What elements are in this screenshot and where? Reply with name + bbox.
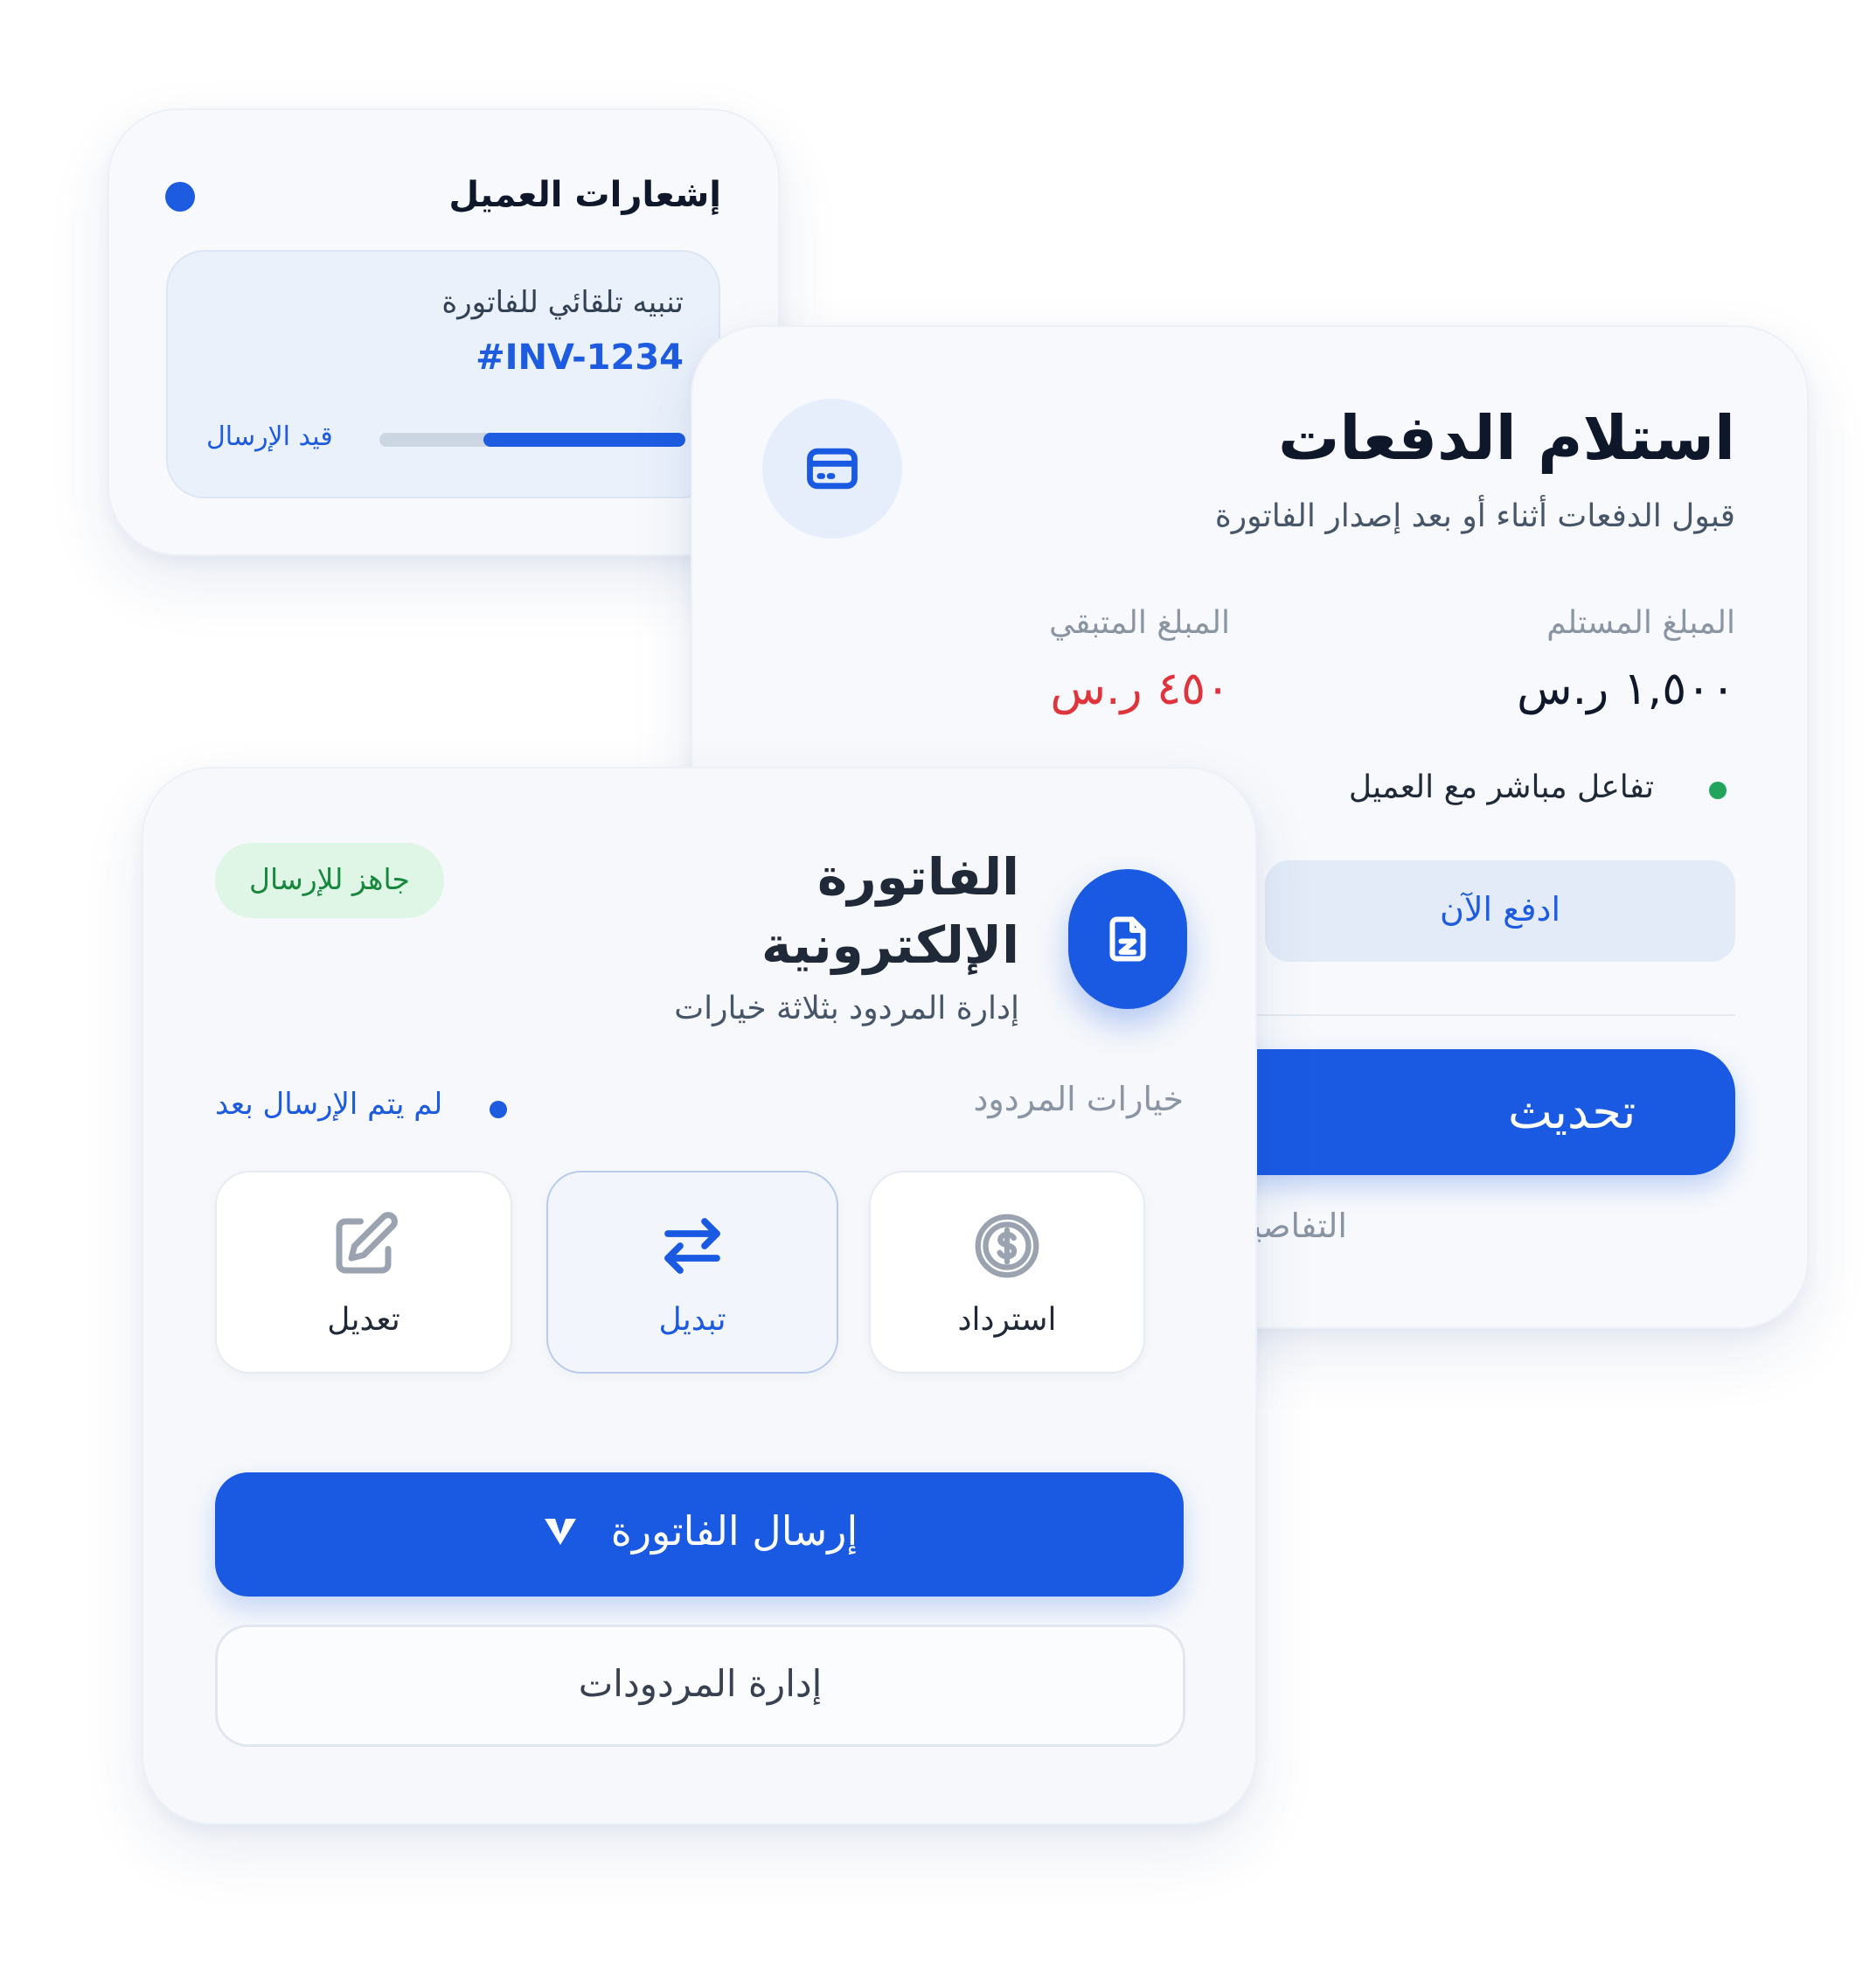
alert-text: تنبيه تلقائي للفاتورة bbox=[441, 285, 684, 320]
edit-label: تعديل bbox=[327, 1302, 400, 1338]
invoice-icon-circle bbox=[1068, 869, 1187, 1009]
manage-returns-label: إدارة المردودات bbox=[578, 1662, 823, 1705]
notifications-title: إشعارات العميل bbox=[448, 175, 721, 215]
exchange-label: تبديل bbox=[658, 1302, 726, 1338]
edit-option[interactable]: تعديل bbox=[215, 1171, 512, 1374]
ready-to-send-badge: جاهز للإرسال bbox=[215, 843, 444, 918]
customer-notifications-card: إشعارات العميل تنبيه تلقائي للفاتورة #IN… bbox=[108, 108, 780, 556]
dollar-circle-icon bbox=[970, 1209, 1044, 1283]
remaining-amount-value: ٤٥٠ ر.س bbox=[1050, 663, 1230, 715]
exchange-option[interactable]: تبديل bbox=[546, 1171, 838, 1374]
invoice-title-line2: الإلكترونية bbox=[761, 915, 1019, 975]
remaining-amount-label: المبلغ المتبقي bbox=[1049, 605, 1230, 641]
payment-divider bbox=[1211, 1014, 1735, 1016]
pay-now-label: ادفع الآن bbox=[1439, 890, 1561, 929]
update-label: تحديث bbox=[1508, 1084, 1636, 1139]
card-icon-circle bbox=[762, 399, 902, 539]
invoice-document-icon bbox=[1101, 913, 1154, 965]
pay-now-button[interactable]: ادفع الآن bbox=[1265, 860, 1735, 962]
sending-progress-fill bbox=[483, 433, 685, 447]
invoice-alert-panel: تنبيه تلقائي للفاتورة #INV-1234 قيد الإر… bbox=[166, 250, 720, 498]
not-sent-dot bbox=[490, 1101, 507, 1118]
payment-subtitle: قبول الدفعات أثناء أو بعد إصدار الفاتورة bbox=[1214, 498, 1735, 534]
not-sent-status: لم يتم الإرسال بعد bbox=[215, 1087, 443, 1122]
credit-card-icon bbox=[803, 439, 862, 498]
refund-option[interactable]: استرداد bbox=[869, 1171, 1145, 1374]
sending-progress-bar bbox=[379, 433, 685, 447]
send-arrow-icon bbox=[541, 1513, 580, 1548]
invoice-number: #INV-1234 bbox=[476, 337, 684, 378]
refund-label: استرداد bbox=[957, 1302, 1057, 1338]
progress-label: قيد الإرسال bbox=[206, 421, 333, 452]
received-amount-value: ١,٥٠٠ ر.س bbox=[1517, 663, 1735, 715]
send-invoice-label: إرسال الفاتورة bbox=[610, 1507, 858, 1555]
invoice-title-line1: الفاتورة bbox=[817, 847, 1019, 907]
manage-returns-button[interactable]: إدارة المردودات bbox=[215, 1625, 1185, 1747]
send-invoice-button[interactable]: إرسال الفاتورة bbox=[215, 1472, 1184, 1597]
invoice-subtitle: إدارة المردود بثلاثة خيارات bbox=[674, 991, 1019, 1026]
unread-dot bbox=[165, 182, 195, 212]
received-amount-label: المبلغ المستلم bbox=[1546, 605, 1735, 641]
ready-badge-label: جاهز للإرسال bbox=[249, 862, 410, 896]
live-status-dot bbox=[1709, 782, 1727, 799]
live-interaction-status: تفاعل مباشر مع العميل bbox=[1348, 769, 1654, 805]
e-invoice-card: الفاتورة الإلكترونية إدارة المردود بثلاث… bbox=[142, 767, 1257, 1825]
return-options-label: خيارات المردود bbox=[973, 1080, 1184, 1118]
edit-icon bbox=[327, 1209, 400, 1283]
payment-title: استلام الدفعات bbox=[1278, 402, 1735, 474]
swap-arrows-icon bbox=[656, 1209, 729, 1283]
